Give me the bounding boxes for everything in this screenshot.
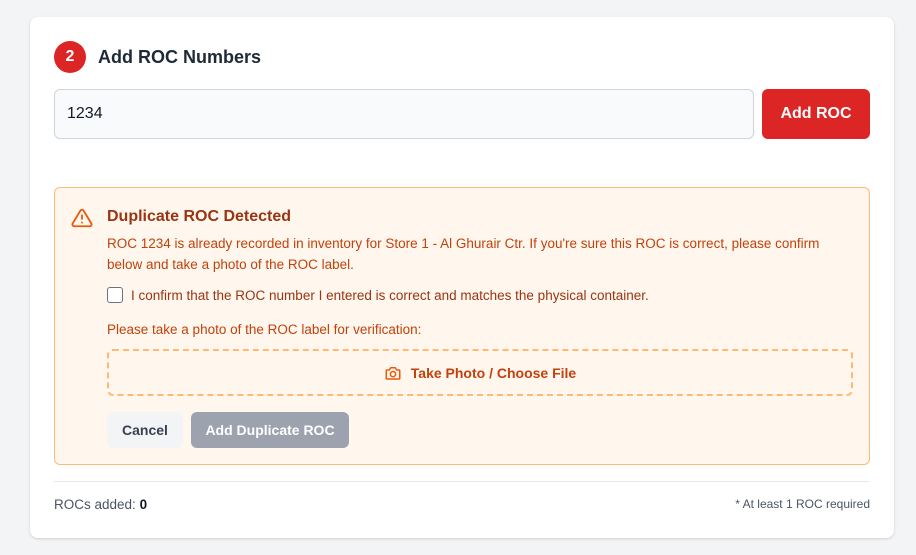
rocs-added-label: ROCs added:	[54, 497, 136, 512]
warning-message: ROC 1234 is already recorded in inventor…	[107, 236, 820, 272]
confirm-label: I confirm that the ROC number I entered …	[131, 287, 649, 303]
roc-requirement-note: * At least 1 ROC required	[735, 497, 870, 511]
add-duplicate-roc-button[interactable]: Add Duplicate ROC	[191, 412, 349, 448]
confirm-checkbox[interactable]	[107, 287, 123, 303]
warning-triangle-icon	[71, 208, 93, 228]
camera-icon	[385, 366, 401, 380]
roc-number-input[interactable]	[54, 89, 754, 139]
add-roc-button[interactable]: Add ROC	[762, 89, 870, 139]
rocs-added-summary: ROCs added: 0	[54, 497, 147, 512]
rocs-added-count: 0	[139, 497, 148, 512]
step-title: Add ROC Numbers	[98, 46, 262, 67]
duplicate-roc-warning: Duplicate ROC Detected ROC 1234 is alrea…	[54, 187, 870, 465]
step-header: 2 Add ROC Numbers	[54, 41, 261, 73]
confirm-row[interactable]: I confirm that the ROC number I entered …	[107, 287, 649, 303]
take-photo-dropzone[interactable]: Take Photo / Choose File	[107, 349, 853, 396]
cancel-button[interactable]: Cancel	[107, 412, 183, 448]
add-roc-card: 2 Add ROC Numbers Add ROC Duplicate ROC …	[30, 17, 894, 538]
warning-title: Duplicate ROC Detected	[107, 208, 292, 225]
photo-prompt: Please take a photo of the ROC label for…	[107, 322, 422, 337]
take-photo-label: Take Photo / Choose File	[410, 364, 577, 381]
footer-divider	[54, 481, 870, 482]
step-number-badge: 2	[54, 41, 86, 73]
